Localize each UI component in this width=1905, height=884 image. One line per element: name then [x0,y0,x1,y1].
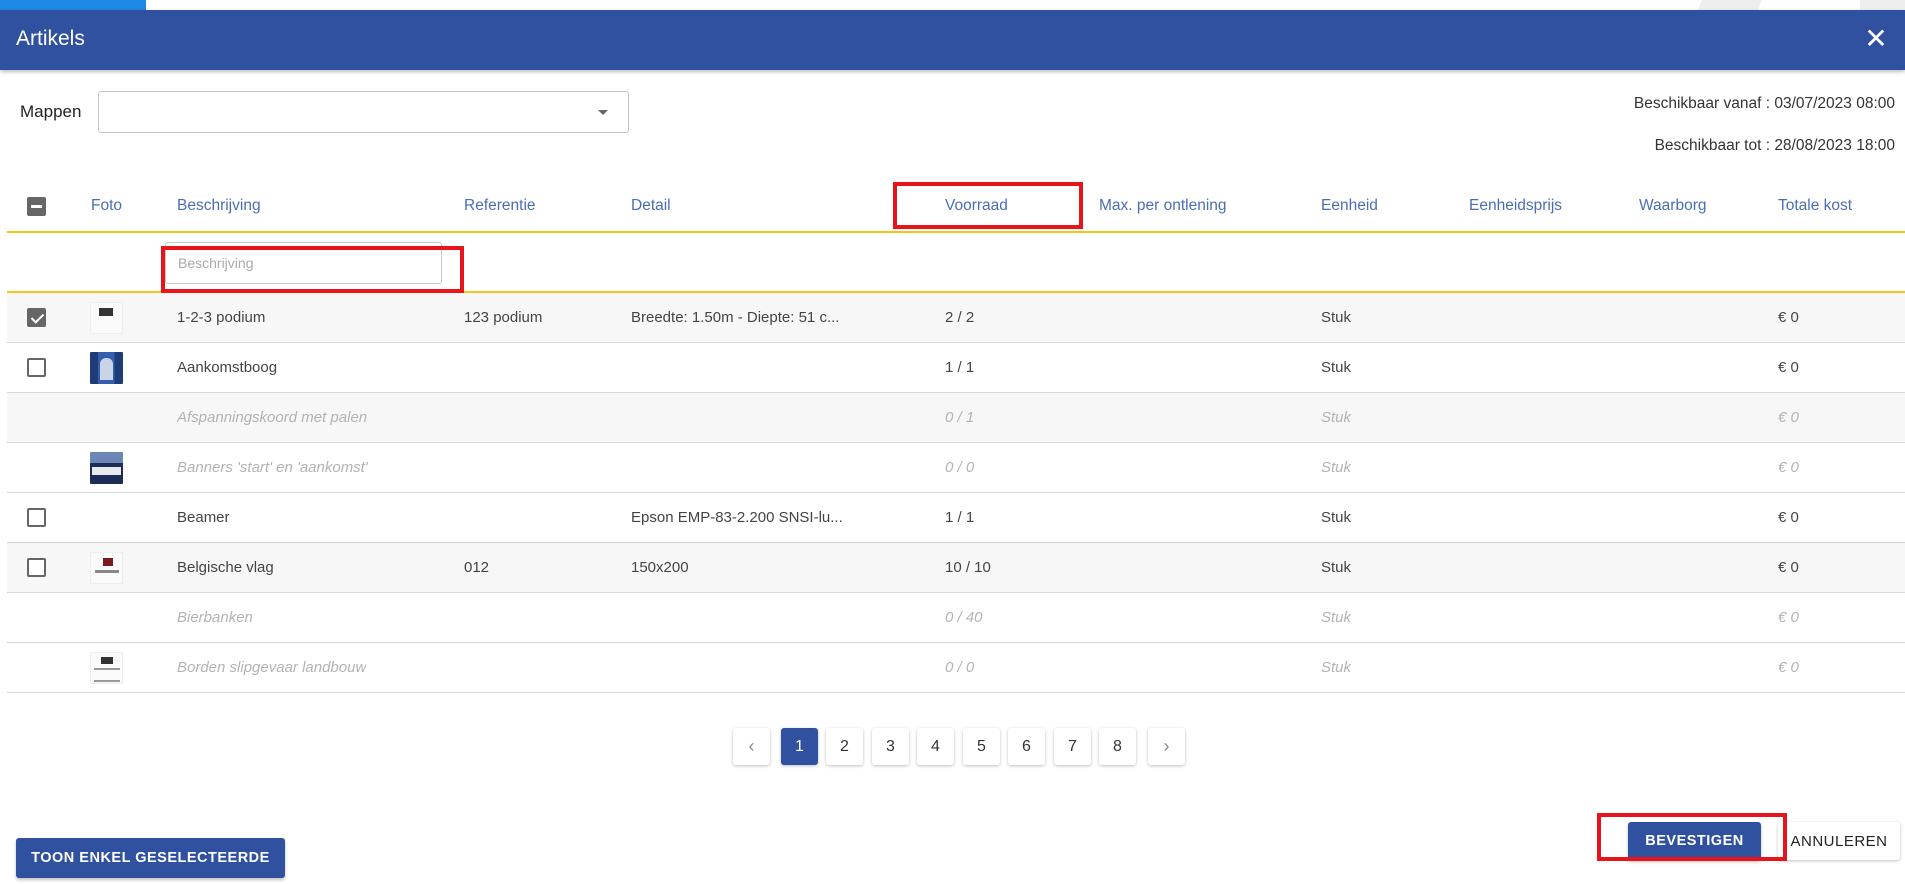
article-unit: Stuk [1321,359,1352,376]
article-unit: Stuk [1321,309,1352,326]
article-photo [90,652,123,684]
page-button-5[interactable]: 5 [963,728,1000,765]
caret-down-icon [598,110,608,115]
dialog-title: Artikels [16,27,85,50]
article-unit: Stuk [1321,459,1352,476]
checkbox-empty-icon[interactable] [27,508,46,527]
article-unit: Stuk [1321,659,1352,676]
checkbox-empty-icon[interactable] [27,558,46,577]
article-stock: 0 / 40 [945,609,983,626]
article-description: Bierbanken [177,609,253,626]
article-detail: 150x200 [631,559,689,576]
dialog-header: Artikels ✕ [0,10,1905,70]
table-header-row: Foto Beschrijving Referentie Detail Voor… [7,184,1905,233]
page-button-1[interactable]: 1 [781,728,818,765]
column-header-deposit[interactable]: Waarborg [1639,197,1706,215]
table-row[interactable]: Beamer Epson EMP-83-2.200 SNSI-lu... 1 /… [7,493,1905,543]
table-row[interactable]: 1-2-3 podium 123 podium Breedte: 1.50m -… [7,293,1905,343]
chevron-left-icon[interactable]: ‹ [733,728,770,765]
article-description: Beamer [177,509,230,526]
show-selected-button[interactable]: TOON ENKEL GESELECTEERDE [16,838,285,878]
top-strip [0,0,1905,10]
column-header-detail[interactable]: Detail [631,197,671,215]
article-stock: 1 / 1 [945,509,975,526]
article-unit: Stuk [1321,559,1352,576]
article-detail: Epson EMP-83-2.200 SNSI-lu... [631,509,843,526]
table-row: Bierbanken 0 / 40 Stuk € 0 [7,593,1905,643]
folders-select[interactable] [98,91,629,133]
article-photo [90,452,123,484]
article-photo [90,552,123,584]
checkbox-empty-icon[interactable] [27,358,46,377]
column-header-description[interactable]: Beschrijving [177,197,261,215]
article-stock: 2 / 2 [945,309,975,326]
article-description: Borden slipgevaar landbouw [177,659,367,676]
article-reference: 123 podium [464,309,543,326]
article-total-cost: € 0 [1778,609,1799,626]
article-unit: Stuk [1321,609,1352,626]
article-description: 1-2-3 podium [177,309,266,326]
confirm-button[interactable]: BEVESTIGEN [1628,822,1761,860]
page-button-8[interactable]: 8 [1099,728,1136,765]
article-stock: 1 / 1 [945,359,975,376]
article-description: Afspanningskoord met palen [177,409,368,426]
article-stock: 0 / 0 [945,459,975,476]
cancel-button[interactable]: ANNULEREN [1778,822,1900,860]
article-description: Aankomstboog [177,359,278,376]
chevron-right-icon[interactable]: › [1148,728,1185,765]
column-header-max-per-loan[interactable]: Max. per ontlening [1099,197,1227,215]
available-to: Beschikbaar tot : 28/08/2023 18:00 [1654,137,1895,154]
table-row: Banners 'start' en 'aankomst' 0 / 0 Stuk… [7,443,1905,493]
column-header-reference[interactable]: Referentie [464,197,536,215]
table-row: Afspanningskoord met palen 0 / 1 Stuk € … [7,393,1905,443]
table-row[interactable]: Belgische vlag 012 150x200 10 / 10 Stuk … [7,543,1905,593]
article-description: Belgische vlag [177,559,274,576]
article-photo [90,302,123,334]
page-button-3[interactable]: 3 [872,728,909,765]
article-total-cost: € 0 [1778,359,1799,376]
article-reference: 012 [464,559,490,576]
article-stock: 0 / 1 [945,409,975,426]
description-filter-input[interactable] [165,242,442,284]
article-total-cost: € 0 [1778,659,1799,676]
page-button-4[interactable]: 4 [917,728,954,765]
article-total-cost: € 0 [1778,409,1799,426]
column-header-unit-price[interactable]: Eenheidsprijs [1469,197,1562,215]
article-detail: Breedte: 1.50m - Diepte: 51 c... [631,309,840,326]
column-header-unit[interactable]: Eenheid [1321,197,1378,215]
article-total-cost: € 0 [1778,459,1799,476]
table-row: Borden slipgevaar landbouw 0 / 0 Stuk € … [7,643,1905,693]
article-description: Banners 'start' en 'aankomst' [177,459,368,476]
column-header-stock[interactable]: Voorraad [945,197,1008,215]
folders-label: Mappen [20,102,82,121]
checkbox-checked-icon[interactable] [27,308,46,327]
article-total-cost: € 0 [1778,309,1799,326]
article-total-cost: € 0 [1778,509,1799,526]
background-decoration [1860,0,1905,10]
page-button-2[interactable]: 2 [826,728,863,765]
page-button-6[interactable]: 6 [1008,728,1045,765]
column-header-photo: Foto [91,197,123,214]
background-decoration [1698,0,1762,10]
article-unit: Stuk [1321,509,1352,526]
checkbox-indeterminate-icon[interactable] [27,197,46,216]
available-from: Beschikbaar vanaf : 03/07/2023 08:00 [1633,95,1895,112]
table-row[interactable]: Aankomstboog 1 / 1 Stuk € 0 [7,343,1905,393]
close-icon[interactable]: ✕ [1861,24,1891,54]
column-header-total-cost[interactable]: Totale kost [1778,197,1852,215]
page-button-7[interactable]: 7 [1054,728,1091,765]
table-filter-row [7,233,1905,293]
article-total-cost: € 0 [1778,559,1799,576]
top-accent-bar [0,0,146,10]
article-stock: 10 / 10 [945,559,991,576]
article-stock: 0 / 0 [945,659,975,676]
article-photo [90,352,123,384]
article-unit: Stuk [1321,409,1352,426]
